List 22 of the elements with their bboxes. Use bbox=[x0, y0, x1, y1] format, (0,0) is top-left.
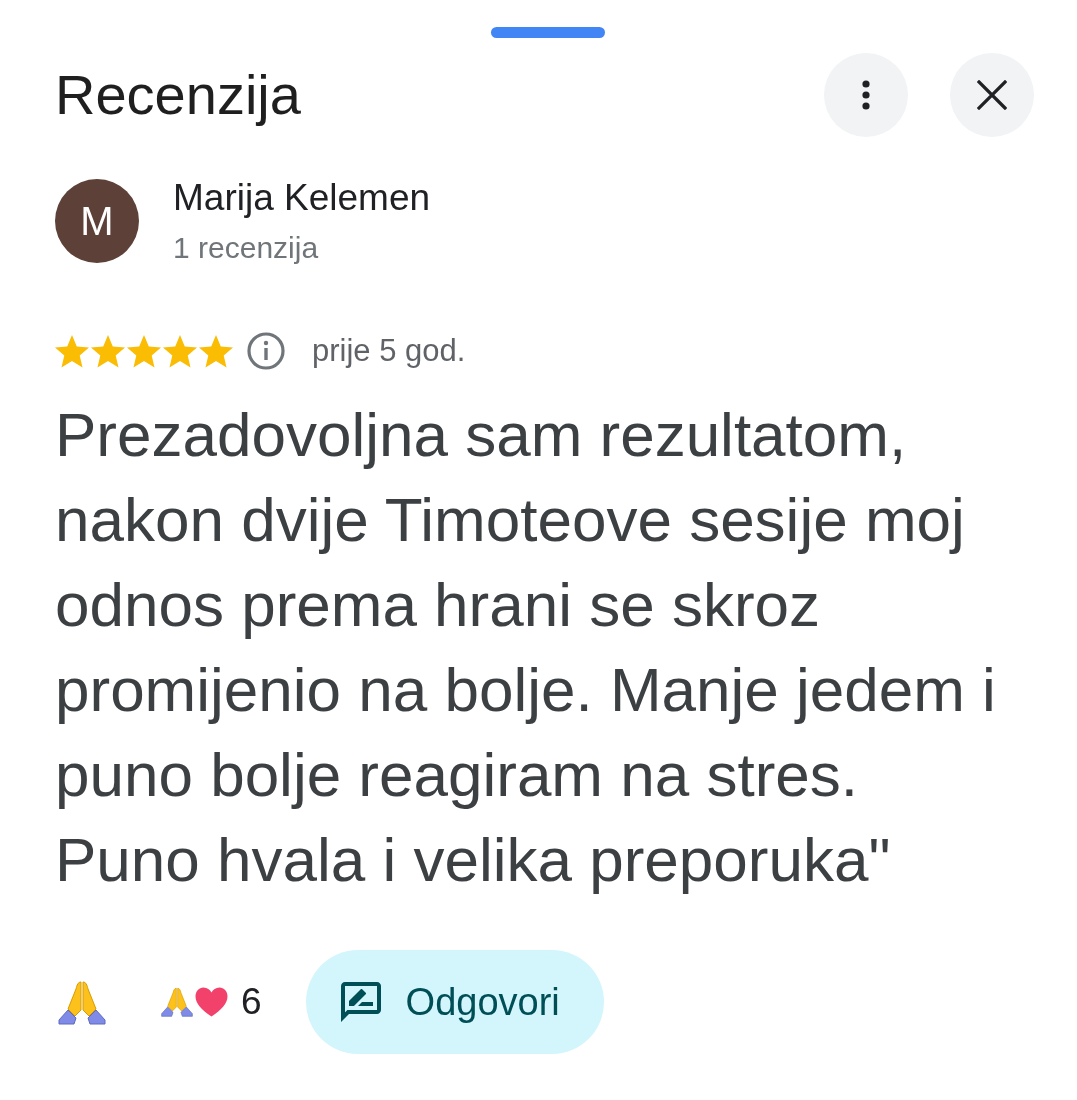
praying-hands-icon bbox=[58, 979, 106, 1025]
review-count: 1 recenzija bbox=[173, 230, 320, 266]
star-icon bbox=[55, 334, 89, 368]
star-icon bbox=[91, 334, 125, 368]
more-vertical-icon bbox=[862, 80, 870, 110]
star-icon bbox=[163, 334, 197, 368]
reviewer-name[interactable]: Marija Kelemen bbox=[173, 176, 431, 220]
reply-button[interactable]: Odgovori bbox=[305, 950, 604, 1054]
close-icon bbox=[977, 80, 1007, 110]
review-edit-icon bbox=[340, 982, 381, 1022]
heart-icon bbox=[194, 986, 229, 1018]
review-time: prije 5 god. bbox=[312, 333, 466, 369]
star-icon bbox=[199, 334, 233, 368]
drag-handle[interactable] bbox=[491, 27, 605, 38]
reaction-summary[interactable]: 6 bbox=[161, 981, 262, 1023]
sheet-title: Recenzija bbox=[55, 62, 301, 128]
info-icon[interactable] bbox=[247, 332, 285, 370]
review-text: Prezadovoljna sam rezultatom, nakon dvije Timoteove sesije moj odnos prema hrani se skroz promijenio na bolje. Manje jedem i puno bolje reagiram na stres. Puno hvala i velika preporuka" bbox=[55, 399, 997, 896]
avatar[interactable]: M bbox=[55, 179, 139, 263]
praying-hands-icon bbox=[161, 987, 193, 1017]
star-icon bbox=[127, 334, 161, 368]
react-button[interactable] bbox=[58, 979, 106, 1025]
